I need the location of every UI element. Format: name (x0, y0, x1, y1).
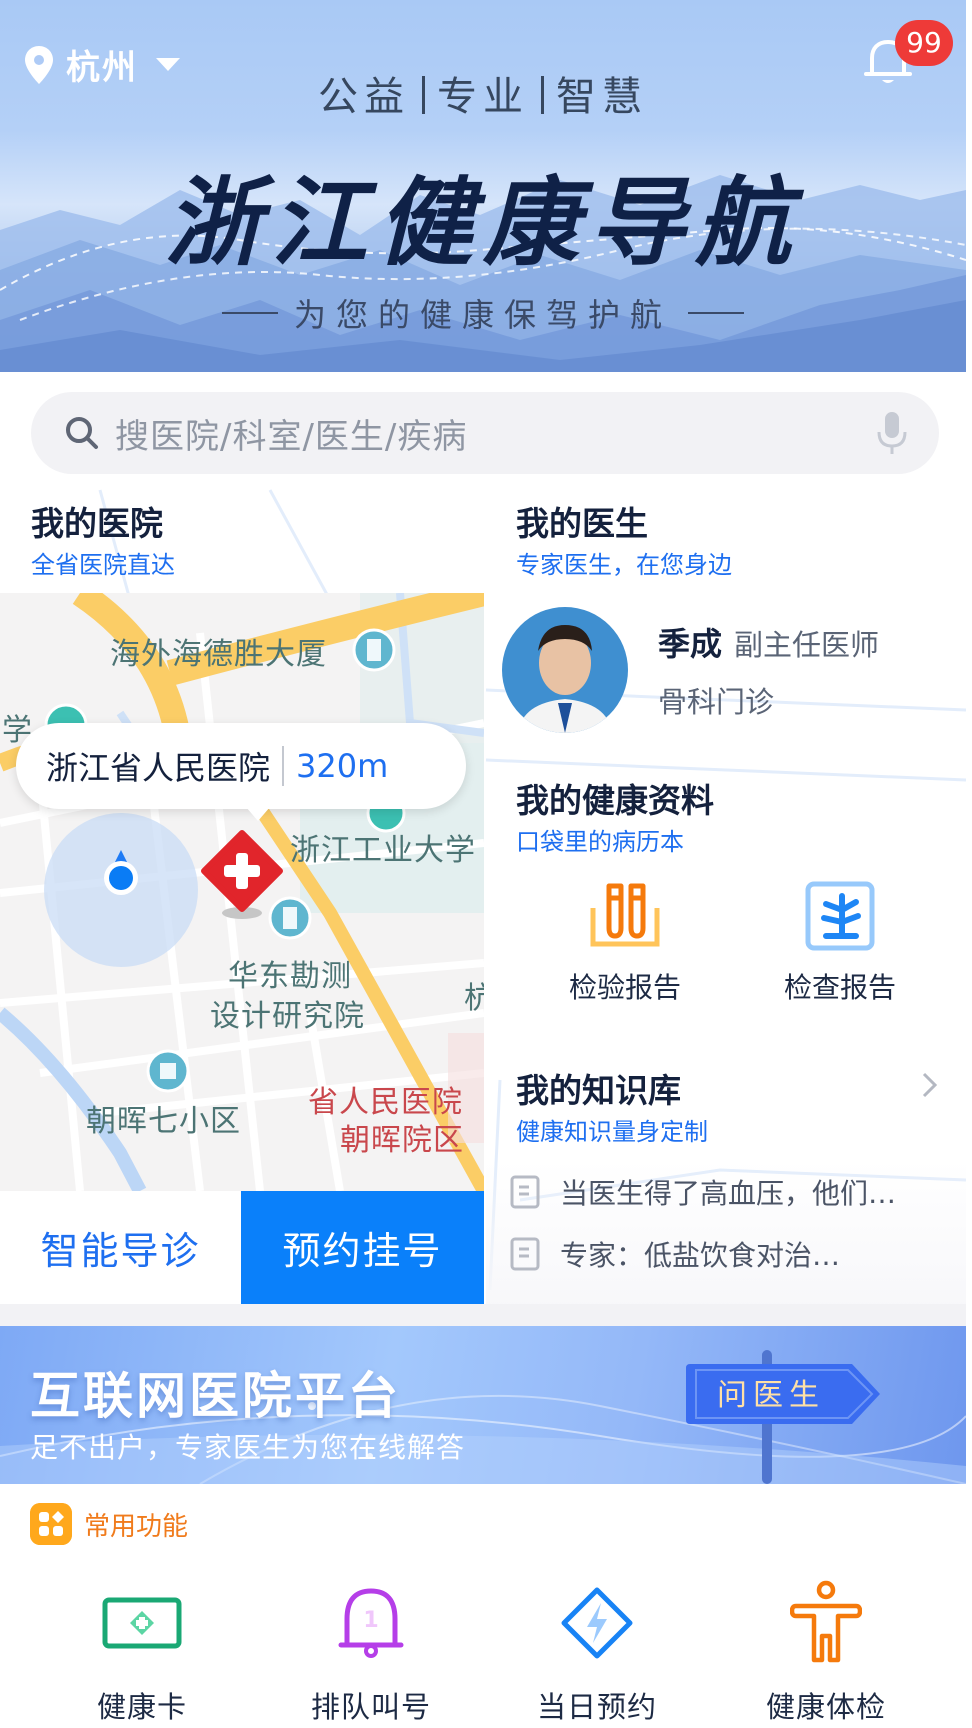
slogan-word: 公益 (318, 74, 410, 120)
function-label: 健康卡 (96, 1690, 187, 1724)
exam-report-button[interactable]: 检查报告 (745, 880, 935, 1006)
search-placeholder: 搜医院/科室/医生/疾病 (115, 416, 468, 457)
map-label: 杭 (464, 981, 484, 1016)
banner-title: 互联网医院平台 (30, 1367, 401, 1425)
function-health-card[interactable]: 健康卡 (42, 1578, 242, 1726)
doctor-avatar (502, 607, 628, 733)
common-functions-title: 常用功能 (84, 1511, 189, 1542)
section-divider (0, 1304, 966, 1326)
same-day-booking-icon (561, 1587, 633, 1659)
notification-badge: 99 (895, 20, 953, 66)
document-icon (510, 1175, 540, 1209)
map-label: 朝晖院区 (340, 1123, 464, 1158)
common-functions-header: 常用功能 (30, 1503, 188, 1545)
slogan-word: 智慧 (556, 74, 648, 120)
article-item[interactable]: 当医生得了高血压，他们… (510, 1172, 950, 1212)
callout-divider (282, 746, 285, 786)
hero-banner: 杭州 99 公益 专业 智慧 浙江健康导航 为您的健康保驾护航 (0, 0, 966, 372)
microphone-icon[interactable] (875, 410, 909, 456)
my-hospital-title: 我的医院 (31, 504, 163, 543)
my-doctor-subtitle: 专家医生，在您身边 (516, 551, 732, 579)
health-card-icon (102, 1597, 182, 1649)
my-doctor-title: 我的医生 (516, 504, 648, 543)
hospital-map[interactable]: 海外海德胜大厦 学 浙江工业大学 华东勘测 设计研究院 朝晖七小区 省人民医院 … (0, 593, 484, 1191)
search-icon (66, 417, 98, 449)
slogan-divider (541, 76, 544, 114)
brand-title: 浙江健康导航 (165, 166, 801, 279)
article-item[interactable]: 专家：低盐饮食对治… (510, 1234, 950, 1274)
book-appointment-button[interactable]: 预约挂号 (241, 1191, 484, 1304)
my-hospital-subtitle: 全省医院直达 (31, 551, 175, 579)
health-records-subtitle: 口袋里的病历本 (516, 828, 684, 856)
doctor-card[interactable]: 季成 副主任医师 骨科门诊 (502, 605, 952, 735)
physical-exam-icon (790, 1580, 862, 1663)
map-label: 设计研究院 (210, 999, 365, 1034)
test-tubes-icon (590, 883, 660, 947)
function-label: 健康体检 (765, 1690, 886, 1724)
map-label: 朝晖七小区 (86, 1104, 241, 1139)
doctor-department: 骨科门诊 (658, 685, 775, 719)
search-bar[interactable]: 搜医院/科室/医生/疾病 (31, 392, 939, 474)
knowledge-subtitle: 健康知识量身定制 (516, 1118, 708, 1146)
hospital-distance: 320m (296, 747, 389, 785)
internet-hospital-banner[interactable]: 互联网医院平台 足不出户，专家医生为您在线解答 问医生 (0, 1326, 966, 1484)
doctor-info: 季成 副主任医师 骨科门诊 (658, 619, 879, 721)
chevron-right-icon[interactable] (920, 1070, 940, 1100)
tagline-dash (221, 312, 278, 314)
hospital-callout[interactable]: 浙江省人民医院 320m (16, 723, 466, 821)
exam-report-label: 检查报告 (783, 971, 896, 1004)
hospital-name: 浙江省人民医院 (46, 749, 271, 787)
article-title: 当医生得了高血压，他们… (560, 1177, 897, 1210)
smart-guide-button[interactable]: 智能导诊 (0, 1191, 241, 1304)
exam-report-icon (805, 881, 875, 951)
ask-doctor-label: 问医生 (717, 1378, 825, 1413)
article-title: 专家：低盐饮食对治… (560, 1239, 841, 1272)
lab-report-button[interactable]: 检验报告 (530, 880, 720, 1006)
knowledge-title: 我的知识库 (516, 1071, 681, 1110)
tagline: 为您的健康保驾护航 (0, 290, 966, 336)
doctor-name: 季成 (658, 625, 723, 663)
lab-report-label: 检验报告 (568, 971, 681, 1004)
health-records-title: 我的健康资料 (516, 781, 714, 820)
function-same-day-booking[interactable]: 当日预约 (497, 1578, 697, 1726)
app-screen: 杭州 99 公益 专业 智慧 浙江健康导航 为您的健康保驾护航 搜医院/科室/医生/… (0, 0, 966, 1728)
slogan-word: 专业 (437, 74, 529, 120)
map-label: 华东勘测 (228, 959, 352, 994)
svg-text:1: 1 (363, 1608, 378, 1633)
map-label: 海外海德胜大厦 (110, 637, 327, 672)
slogan-divider (422, 76, 425, 114)
document-icon (510, 1237, 540, 1271)
doctor-title: 副主任医师 (734, 628, 880, 662)
tagline-text: 为您的健康保驾护航 (293, 296, 672, 334)
ask-doctor-button[interactable]: 问医生 (686, 1364, 886, 1428)
banner-subtitle: 足不出户，专家医生为您在线解答 (30, 1431, 466, 1464)
function-physical-exam[interactable]: 健康体检 (726, 1578, 926, 1726)
map-label: 浙江工业大学 (290, 833, 476, 868)
slogan: 公益 专业 智慧 (0, 64, 966, 122)
function-label: 当日预约 (536, 1690, 657, 1724)
function-label: 排队叫号 (310, 1690, 431, 1724)
queue-bell-icon: 1 (338, 1588, 404, 1658)
tagline-dash (688, 312, 744, 314)
grid-apps-icon (30, 1503, 72, 1545)
function-queue[interactable]: 1 排队叫号 (271, 1578, 471, 1726)
